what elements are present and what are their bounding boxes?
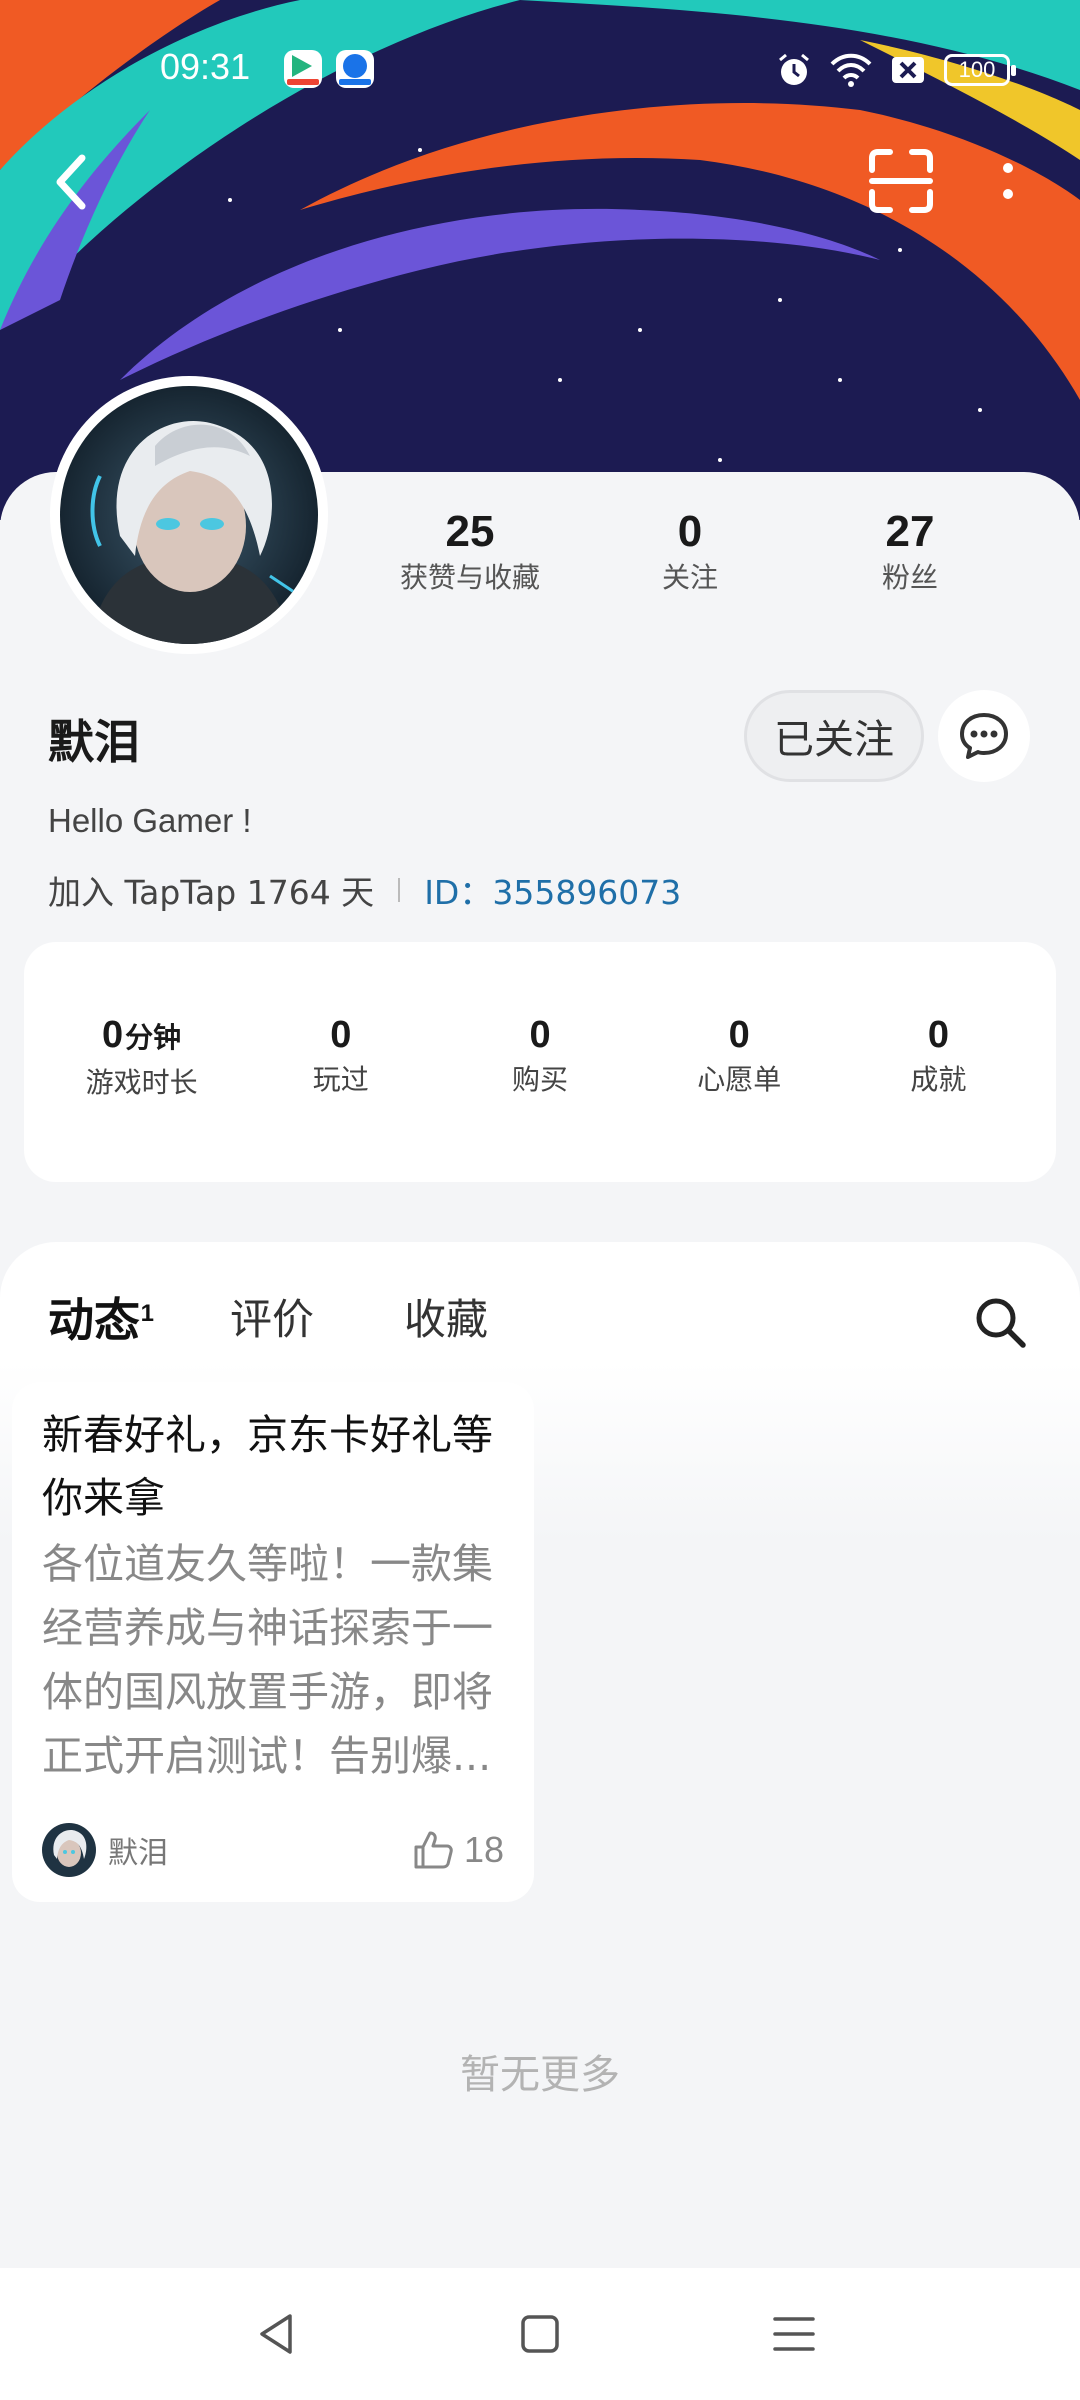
alarm-icon [779,53,809,85]
stat-value: 25 [445,507,495,556]
avatar[interactable] [50,376,328,654]
stat-label: 粉丝 [881,561,938,594]
tab-label: 动态 [48,1293,140,1347]
stat-label: 玩过 [312,1063,369,1096]
stat-label: 购买 [512,1063,569,1096]
stat-label: 成就 [910,1063,967,1096]
wifi-icon [830,53,872,87]
avatar-image [60,386,318,644]
tab-count-badge: 1 [140,1300,154,1327]
following-stat[interactable]: 0 关注 [580,506,800,606]
message-button[interactable] [938,690,1030,782]
stat-value: 0 [728,1014,750,1056]
tab-favorites[interactable]: 收藏 [404,1292,488,1348]
nav-back-icon[interactable] [250,2306,306,2362]
nav-menu-icon[interactable] [766,2306,822,2362]
thumbs-up-icon [414,1831,453,1869]
post-footer: 默泪 18 [42,1820,504,1880]
video-app-notification-icon [284,50,322,88]
stat-label: 游戏时长 [85,1066,198,1099]
wishlist-stat[interactable]: 0 心愿单 [640,1012,839,1182]
browser-app-notification-icon [336,50,374,88]
status-time: 09:31 [160,46,251,87]
purchased-stat[interactable]: 0 购买 [440,1012,639,1182]
post-card[interactable]: 新春好礼，京东卡好礼等你来拿 各位道友久等啦！一款集经营养成与神话探索于一体的国… [12,1382,534,1902]
stat-value: 0 [330,1014,352,1056]
join-info: 加入 TapTap 1764 天 ID：355896073 [48,866,681,914]
game-stats-card: 0分钟 游戏时长 0 玩过 0 购买 0 心愿单 0 成就 [24,942,1056,1182]
stat-value: 0 [529,1014,551,1056]
back-arrow-icon[interactable] [48,150,96,214]
no-sim-icon [892,57,924,83]
stat-value: 27 [885,507,935,556]
system-navigation-bar [0,2268,1080,2400]
nav-home-icon[interactable] [512,2306,568,2362]
battery-level: 100 [958,57,996,82]
stat-label: 关注 [661,561,718,594]
content-section: 动态 1 评价 收藏 新春好礼，京东卡好礼等你来拿 各位道友久等啦！一款集经营养… [0,1242,1080,2268]
user-bio: Hello Gamer ! [48,802,252,839]
like-button[interactable]: 18 [412,1829,504,1871]
played-stat[interactable]: 0 玩过 [241,1012,440,1182]
stat-label: 心愿单 [697,1063,782,1096]
post-author-avatar[interactable] [42,1823,96,1877]
status-bar: 09:31 100 [0,40,1080,100]
playtime-stat[interactable]: 0分钟 游戏时长 [42,1012,241,1182]
stat-value: 0 [927,1014,949,1056]
scan-qr-icon[interactable] [868,148,934,214]
divider [398,878,401,902]
no-more-text: 暂无更多 [460,2052,620,2098]
post-excerpt: 各位道友久等啦！一款集经营养成与神话探索于一体的国风放置手游，即将正式开启测试！… [42,1540,493,1780]
chat-bubble-icon [960,713,1008,759]
stat-value: 0 [677,507,703,556]
username: 默泪 [48,715,140,769]
following-button[interactable]: 已关注 [744,690,924,782]
post-author-name[interactable]: 默泪 [108,1828,168,1872]
likes-and-favorites-stat[interactable]: 25 获赞与收藏 [360,506,580,606]
avatar-image [42,1823,96,1877]
tab-posts[interactable]: 动态 1 [48,1292,154,1352]
achievements-stat[interactable]: 0 成就 [839,1012,1038,1182]
tab-reviews[interactable]: 评价 [230,1292,314,1348]
like-count: 18 [463,1829,504,1870]
join-days: 加入 TapTap 1764 天 [48,873,375,912]
stat-label: 获赞与收藏 [399,561,540,594]
user-id[interactable]: ID：355896073 [424,866,681,914]
content-tabs: 动态 1 评价 收藏 [48,1292,488,1372]
followers-stat[interactable]: 27 粉丝 [800,506,1020,606]
profile-stats: 25 获赞与收藏 0 关注 27 粉丝 [360,506,1020,606]
more-options-icon[interactable] [990,148,1026,214]
post-title: 新春好礼，京东卡好礼等你来拿 [42,1411,493,1522]
search-icon[interactable] [972,1294,1028,1350]
stat-value: 0 [102,1014,124,1056]
battery-icon: 100 [944,54,1016,86]
stat-unit: 分钟 [125,1021,182,1054]
